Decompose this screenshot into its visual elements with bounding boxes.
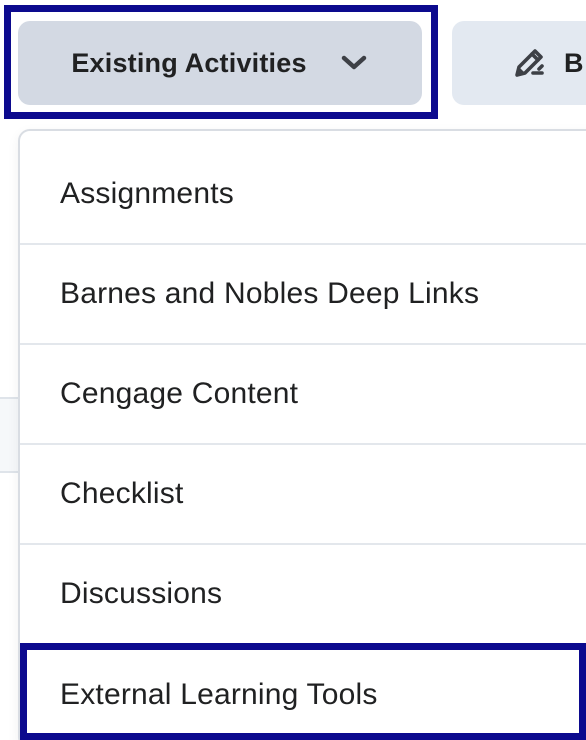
- new-activity-label: B: [564, 47, 584, 78]
- menu-item-external-learning-tools[interactable]: External Learning Tools: [20, 645, 586, 740]
- background-divider: [0, 397, 20, 399]
- menu-item-assignments[interactable]: Assignments: [20, 145, 586, 245]
- pencil-icon: [508, 42, 550, 84]
- background-panel: [0, 397, 20, 473]
- existing-activities-menu: Assignments Barnes and Nobles Deep Links…: [18, 129, 586, 740]
- menu-item-label: Assignments: [60, 177, 234, 210]
- existing-activities-label: Existing Activities: [71, 47, 307, 78]
- menu-item-label: External Learning Tools: [60, 678, 378, 711]
- menu-item-cengage-content[interactable]: Cengage Content: [20, 345, 586, 445]
- menu-item-label: Discussions: [60, 577, 223, 610]
- background-divider: [0, 471, 20, 473]
- menu-item-checklist[interactable]: Checklist: [20, 445, 586, 545]
- menu-item-label: Checklist: [60, 477, 184, 510]
- menu-item-barnes-and-nobles-deep-links[interactable]: Barnes and Nobles Deep Links: [20, 245, 586, 345]
- menu-item-label: Cengage Content: [60, 377, 299, 410]
- existing-activities-button[interactable]: Existing Activities: [18, 21, 422, 105]
- new-activity-button[interactable]: B: [452, 21, 586, 105]
- menu-item-label: Barnes and Nobles Deep Links: [60, 277, 480, 310]
- chevron-down-icon: [339, 53, 369, 73]
- page: Existing Activities B Assignments Barnes…: [0, 0, 586, 740]
- menu-item-discussions[interactable]: Discussions: [20, 545, 586, 645]
